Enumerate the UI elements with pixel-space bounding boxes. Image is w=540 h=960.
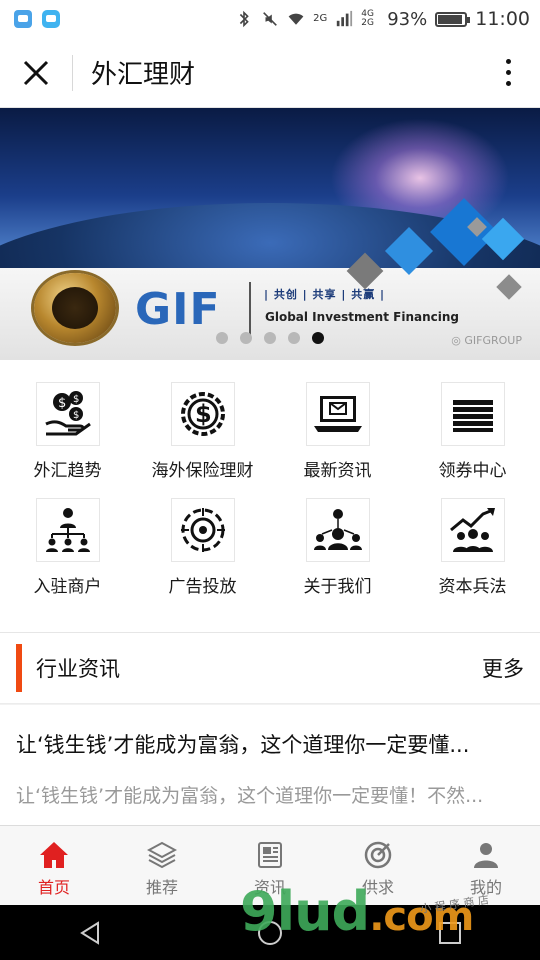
chat-notification-icon <box>42 10 60 28</box>
banner-watermark: ◎ GIFGROUP <box>451 334 522 347</box>
grid-label: 领券中心 <box>438 461 507 481</box>
target-icon <box>364 841 392 869</box>
home-icon <box>40 842 68 868</box>
banner-slogan: | 共创 | 共享 | 共赢 | <box>264 288 386 301</box>
laptop-mail-icon <box>305 382 370 446</box>
grid-item-about-us[interactable]: 关于我们 <box>270 498 405 616</box>
tab-recommend[interactable]: 推荐 <box>108 826 216 905</box>
status-bar: 2G 4G 2G 93% 11:00 <box>0 0 540 38</box>
banner-subtitle: Global Investment Financing <box>265 310 459 324</box>
org-chart-icon <box>35 498 100 562</box>
network-type-label: 2G <box>313 13 328 24</box>
grid-label: 最新资讯 <box>303 461 372 481</box>
network-type-label-2: 4G 2G <box>361 9 374 28</box>
tab-label: 推荐 <box>145 878 178 897</box>
gallery-notification-icon <box>14 10 32 28</box>
close-icon <box>23 60 49 85</box>
watermark-main: 9lud <box>240 880 370 943</box>
newspaper-icon <box>258 842 282 868</box>
tab-home[interactable]: 首页 <box>0 826 108 905</box>
carousel-dot-active[interactable] <box>312 332 324 344</box>
grid-label: 广告投放 <box>168 577 237 597</box>
grid-label: 关于我们 <box>303 577 372 597</box>
signal-icon <box>337 10 353 27</box>
title-bar: 外汇理财 <box>0 38 540 108</box>
grid-item-capital-strategy[interactable]: 资本兵法 <box>405 498 540 616</box>
svg-text:$: $ <box>73 394 79 405</box>
page-title: 外汇理财 <box>91 60 196 90</box>
mute-icon <box>263 12 277 26</box>
svg-text:$: $ <box>58 396 66 411</box>
more-dot-icon <box>505 59 511 64</box>
feature-grid: $ $ $ 外汇趋势 $ 海外保险理财 最新资讯 领券中心 入驻商户 广告投放 <box>0 360 540 632</box>
more-dot-icon <box>505 70 511 75</box>
carousel-dots <box>216 332 324 344</box>
target-gear-icon <box>170 498 235 562</box>
close-button[interactable] <box>0 38 72 108</box>
news-section-header: 行业资讯 更多 <box>0 632 540 704</box>
carousel-dot[interactable] <box>216 332 228 344</box>
bluetooth-icon <box>239 10 249 28</box>
more-options-button[interactable] <box>476 38 540 108</box>
carousel-dot[interactable] <box>288 332 300 344</box>
back-icon[interactable] <box>76 919 104 947</box>
grid-item-overseas-insurance[interactable]: $ 海外保险理财 <box>135 382 270 498</box>
money-hand-icon: $ $ $ <box>35 382 100 446</box>
gif-coin-logo <box>34 273 116 343</box>
title-divider <box>72 54 73 91</box>
section-accent-bar <box>16 644 22 692</box>
section-title: 行业资讯 <box>36 657 120 681</box>
news-item-desc: 让‘钱生钱’才能成为富翁，这个道理你一定要懂！不然... <box>16 785 484 807</box>
bill-stack-icon <box>440 382 505 446</box>
carousel-dot[interactable] <box>264 332 276 344</box>
grid-item-merchant-join[interactable]: 入驻商户 <box>0 498 135 616</box>
grid-label: 资本兵法 <box>438 577 507 597</box>
more-dot-icon <box>505 81 511 86</box>
battery-icon <box>435 11 471 27</box>
battery-percent: 93% <box>387 8 428 30</box>
more-link[interactable]: 更多 <box>482 653 524 683</box>
grid-item-ad-placement[interactable]: 广告投放 <box>135 498 270 616</box>
grid-label: 外汇趋势 <box>33 461 102 481</box>
clock: 11:00 <box>475 8 530 30</box>
wechat-icon: ◎ <box>451 334 465 347</box>
layers-icon <box>147 841 177 869</box>
strip-divider <box>249 282 251 336</box>
grid-item-latest-news[interactable]: 最新资讯 <box>270 382 405 498</box>
svg-text:$: $ <box>195 400 212 428</box>
news-list-item[interactable]: 让‘钱生钱’才能成为富翁，这个道理你一定要懂... 让‘钱生钱’才能成为富翁，这… <box>0 705 540 825</box>
growth-team-icon <box>440 498 505 562</box>
gif-logo-text: GIF <box>135 284 221 335</box>
user-icon <box>474 843 498 868</box>
grid-label: 入驻商户 <box>33 577 102 597</box>
tab-label: 首页 <box>37 878 70 897</box>
banner-watermark-text: GIFGROUP <box>464 334 522 347</box>
team-network-icon <box>305 498 370 562</box>
grid-label: 海外保险理财 <box>151 461 254 481</box>
banner-carousel[interactable]: GIF | 共创 | 共享 | 共赢 | Global Investment F… <box>0 108 540 360</box>
grid-item-coupon-center[interactable]: 领券中心 <box>405 382 540 498</box>
grid-item-forex-trend[interactable]: $ $ $ 外汇趋势 <box>0 382 135 498</box>
wifi-icon <box>288 13 304 25</box>
news-item-title: 让‘钱生钱’才能成为富翁，这个道理你一定要懂... <box>16 733 470 757</box>
svg-text:$: $ <box>73 410 79 421</box>
dollar-gear-icon: $ <box>170 382 235 446</box>
carousel-dot[interactable] <box>240 332 252 344</box>
